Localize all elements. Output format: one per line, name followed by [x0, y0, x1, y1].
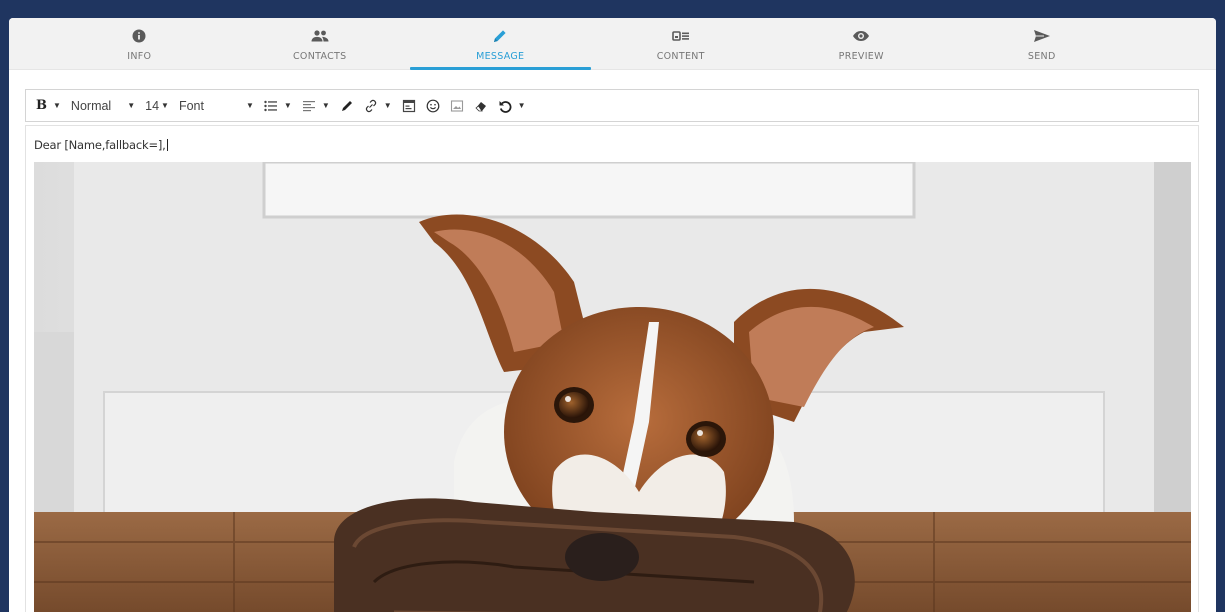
bold-label: B [36, 98, 47, 113]
align-button[interactable]: ▼ [302, 100, 330, 112]
list-icon [264, 100, 277, 111]
tab-content[interactable]: CONTENT [591, 18, 772, 69]
chevron-down-icon: ▼ [321, 101, 330, 110]
tab-label: INFO [127, 51, 152, 62]
undo-icon [499, 100, 512, 113]
undo-button[interactable]: ▼ [498, 99, 526, 113]
tab-message[interactable]: MESSAGE [410, 18, 591, 70]
tab-label: SEND [1027, 51, 1056, 62]
chevron-down-icon: ▼ [245, 101, 254, 110]
image-icon [450, 99, 463, 112]
image-button[interactable] [450, 99, 464, 113]
align-left-icon [302, 100, 315, 111]
emoji-button[interactable] [426, 99, 440, 113]
message-editor[interactable]: Dear [Name,fallback=], [25, 125, 1199, 612]
contacts-icon [230, 27, 411, 45]
tab-preview[interactable]: PREVIEW [771, 18, 952, 69]
info-icon [49, 27, 230, 45]
chevron-down-icon: ▼ [53, 101, 61, 110]
chevron-down-icon: ▼ [127, 101, 136, 110]
chevron-down-icon: ▼ [517, 101, 526, 110]
dog-with-leash-photo[interactable] [34, 162, 1191, 612]
insert-block-button[interactable] [402, 99, 416, 113]
tab-label: CONTENT [656, 51, 705, 62]
chevron-down-icon: ▼ [383, 101, 392, 110]
link-button[interactable]: ▼ [364, 99, 392, 113]
smiley-icon [426, 99, 440, 112]
text-cursor [166, 139, 168, 151]
tab-info[interactable]: INFO [49, 18, 230, 69]
tab-label: CONTACTS [293, 51, 347, 62]
send-icon [952, 27, 1133, 45]
block-icon [402, 99, 415, 112]
tab-contacts[interactable]: CONTACTS [230, 18, 411, 69]
tab-label: PREVIEW [838, 51, 884, 62]
chevron-down-icon: ▼ [283, 101, 292, 110]
salutation-line: Dear [Name,fallback=], [34, 138, 166, 152]
salutation-text: Dear [Name,fallback=], [34, 138, 168, 152]
clear-format-button[interactable] [474, 99, 488, 113]
tab-send[interactable]: SEND [952, 18, 1133, 69]
text-color-button[interactable] [340, 99, 354, 113]
eraser-icon [475, 101, 486, 111]
editor-toolbar: B ▼ Normal ▼ 14 ▼ Font ▼ ▼ ▼ ▼ ▼ [25, 89, 1199, 122]
paragraph-style-dropdown[interactable]: Normal ▼ [71, 99, 135, 113]
content-icon [591, 27, 772, 45]
link-icon [365, 99, 376, 112]
font-family-dropdown[interactable]: Font ▼ [179, 99, 254, 113]
chevron-down-icon: ▼ [161, 101, 169, 110]
font-size-value: 14 [145, 98, 160, 113]
bold-button[interactable]: B ▼ [36, 98, 61, 113]
list-button[interactable]: ▼ [264, 100, 292, 112]
font-size-dropdown[interactable]: 14 ▼ [145, 99, 169, 113]
tab-label: MESSAGE [476, 51, 525, 62]
font-family-value: Font [178, 98, 204, 113]
brush-icon [341, 100, 352, 111]
paragraph-style-value: Normal [70, 98, 112, 113]
eye-icon [771, 27, 952, 45]
wizard-steps: INFO CONTACTS MESSAGE CONTENT PREVIEW SE… [9, 18, 1216, 70]
pencil-icon [410, 27, 591, 45]
campaign-editor-panel: INFO CONTACTS MESSAGE CONTENT PREVIEW SE… [9, 18, 1216, 612]
